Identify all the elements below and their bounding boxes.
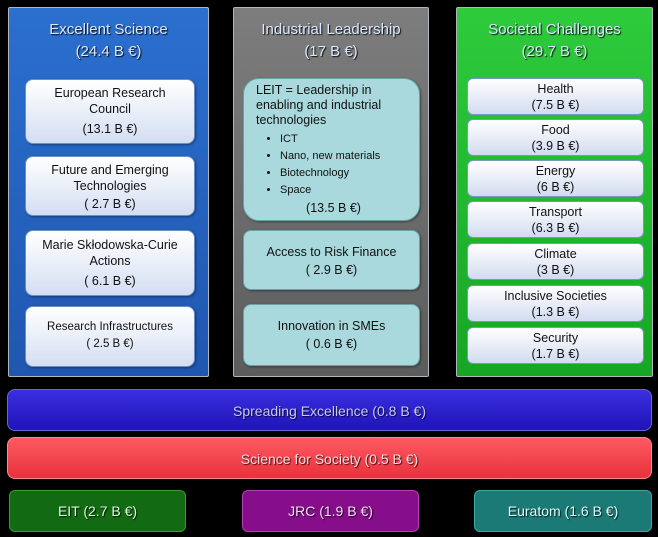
leit-amount: (13.5 B €) — [306, 201, 361, 215]
pillar-amount: (24.4 B €) — [75, 43, 142, 60]
box-amount: (7.5 B €) — [531, 98, 580, 112]
box-amount: (3.9 B €) — [531, 139, 580, 153]
box-amount: ( 2.5 B €) — [86, 338, 134, 350]
pillar-title: Excellent Science — [49, 21, 168, 38]
box-label: Marie Skłodowska-Curie — [42, 238, 178, 252]
list-item: Space — [280, 182, 411, 199]
box-food: Food (3.9 B €) — [467, 119, 644, 156]
pillar-title: Industrial Leadership — [261, 21, 401, 38]
box-amount: (3 B €) — [536, 263, 575, 277]
box-climate: Climate (3 B €) — [467, 243, 644, 280]
box-marie-curie-actions: Marie Skłodowska-Curie Actions ( 6.1 B €… — [25, 230, 195, 296]
box-european-research-council: European Research Council (13.1 B €) — [25, 79, 195, 144]
box-label: Security — [532, 331, 579, 345]
box-label: Technologies — [73, 179, 147, 193]
box-amount: (1.3 B €) — [531, 305, 580, 319]
box-euratom: Euratom (1.6 B €) — [474, 490, 652, 532]
pillar-excellent-science: Excellent Science (24.4 B €) European Re… — [8, 7, 209, 377]
box-transport: Transport (6.3 B €) — [467, 201, 644, 238]
box-label: Actions — [89, 254, 131, 268]
box-label: Energy — [535, 164, 576, 178]
box-amount: (6 B €) — [536, 180, 575, 194]
pillar-industrial-leadership: Industrial Leadership (17 B €) LEIT = Le… — [233, 7, 429, 377]
box-label: Transport — [528, 205, 583, 219]
box-research-infrastructures: Research Infrastructures ( 2.5 B €) — [25, 306, 195, 367]
leit-list: ICT Nano, new materials Biotechnology Sp… — [280, 131, 411, 199]
box-label: Future and Emerging — [51, 163, 169, 177]
box-label: Access to Risk Finance — [266, 245, 397, 259]
list-item: Nano, new materials — [280, 148, 411, 165]
box-health: Health (7.5 B €) — [467, 78, 644, 115]
box-leit: LEIT = Leadership in enabling and indust… — [243, 78, 420, 221]
box-label: Council — [89, 102, 131, 116]
bar-science-for-society: Science for Society (0.5 B €) — [7, 437, 652, 479]
box-energy: Energy (6 B €) — [467, 160, 644, 197]
list-item: Biotechnology — [280, 165, 411, 182]
bar-spreading-excellence: Spreading Excellence (0.8 B €) — [7, 389, 652, 431]
pillar-title: Societal Challenges — [488, 21, 621, 38]
box-label: Health — [537, 82, 574, 96]
box-label: Innovation in SMEs — [277, 319, 386, 333]
pillar-societal-challenges: Societal Challenges (29.7 B €) Health (7… — [456, 7, 653, 377]
box-label: Research Infrastructures — [47, 321, 173, 333]
box-inclusive-societies: Inclusive Societies (1.3 B €) — [467, 285, 644, 322]
box-amount: (6.3 B €) — [531, 221, 580, 235]
box-label: European Research — [54, 86, 166, 100]
leit-title: LEIT = Leadership in — [256, 83, 372, 97]
leit-title: enabling and industrial — [256, 98, 382, 112]
box-jrc: JRC (1.9 B €) — [242, 490, 419, 532]
box-label: Food — [541, 123, 570, 137]
box-label: Inclusive Societies — [504, 289, 607, 303]
box-label: Climate — [534, 247, 577, 261]
box-security: Security (1.7 B €) — [467, 327, 644, 364]
box-access-risk-finance: Access to Risk Finance ( 2.9 B €) — [243, 230, 420, 290]
box-amount: ( 2.9 B €) — [305, 263, 358, 277]
box-amount: (13.1 B €) — [82, 122, 138, 136]
box-innovation-smes: Innovation in SMEs ( 0.6 B €) — [243, 304, 420, 366]
box-amount: ( 2.7 B €) — [84, 197, 136, 211]
box-amount: ( 0.6 B €) — [305, 337, 358, 351]
box-eit: EIT (2.7 B €) — [9, 490, 186, 532]
pillar-amount: (29.7 B €) — [521, 43, 588, 60]
pillar-amount: (17 B €) — [304, 43, 358, 60]
list-item: ICT — [280, 131, 411, 148]
box-amount: (1.7 B €) — [531, 347, 580, 361]
box-amount: ( 6.1 B €) — [84, 274, 136, 288]
leit-title: technologies — [256, 113, 327, 127]
box-future-emerging-technologies: Future and Emerging Technologies ( 2.7 B… — [25, 156, 195, 216]
